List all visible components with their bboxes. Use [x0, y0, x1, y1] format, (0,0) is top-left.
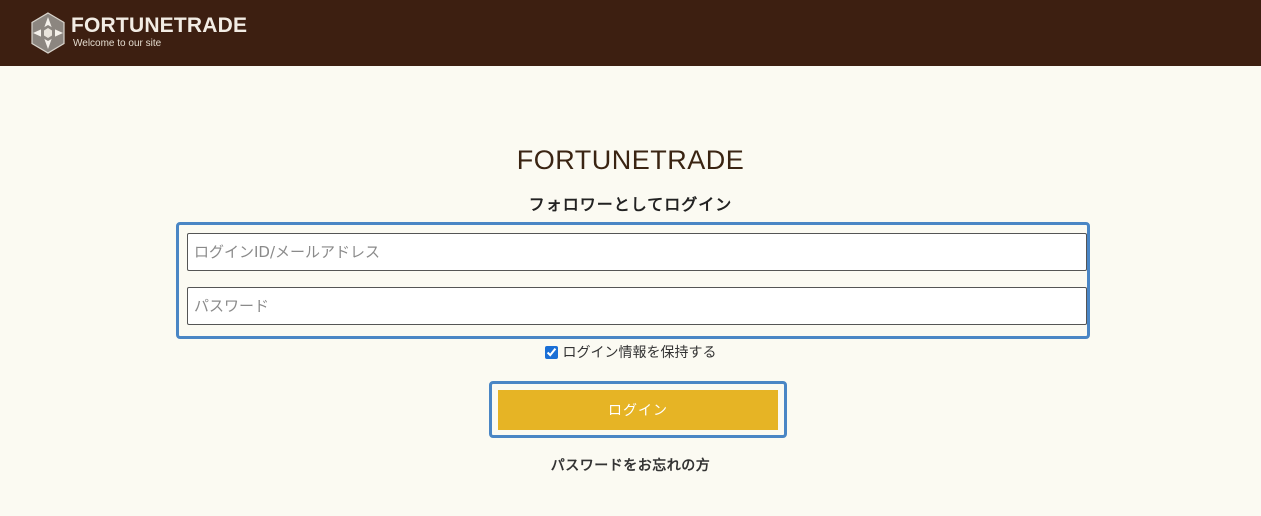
page-title: FORTUNETRADE	[516, 145, 745, 175]
password-input[interactable]	[187, 287, 1087, 325]
login-heading: フォロワーとしてログイン	[528, 195, 733, 214]
login-button[interactable]: ログイン	[498, 390, 778, 430]
remember-checkbox[interactable]	[544, 345, 558, 359]
remember-label-wrapper[interactable]: ログイン情報を保持する	[544, 342, 717, 362]
login-id-input[interactable]	[187, 233, 1087, 271]
remember-row: ログイン情報を保持する	[0, 342, 1261, 363]
forgot-password-link[interactable]: パスワードをお忘れの方	[0, 455, 1261, 475]
logo-name: FORTUNETRADE	[71, 14, 248, 37]
remember-label: ログイン情報を保持する	[562, 345, 717, 361]
login-form-highlight	[176, 222, 1090, 339]
logo-tagline: Welcome to our site	[73, 38, 162, 49]
login-button-highlight: ログイン	[489, 381, 787, 438]
hexagon-star-logo-icon	[31, 12, 65, 54]
site-header: FORTUNETRADE Welcome to our site	[0, 0, 1261, 66]
